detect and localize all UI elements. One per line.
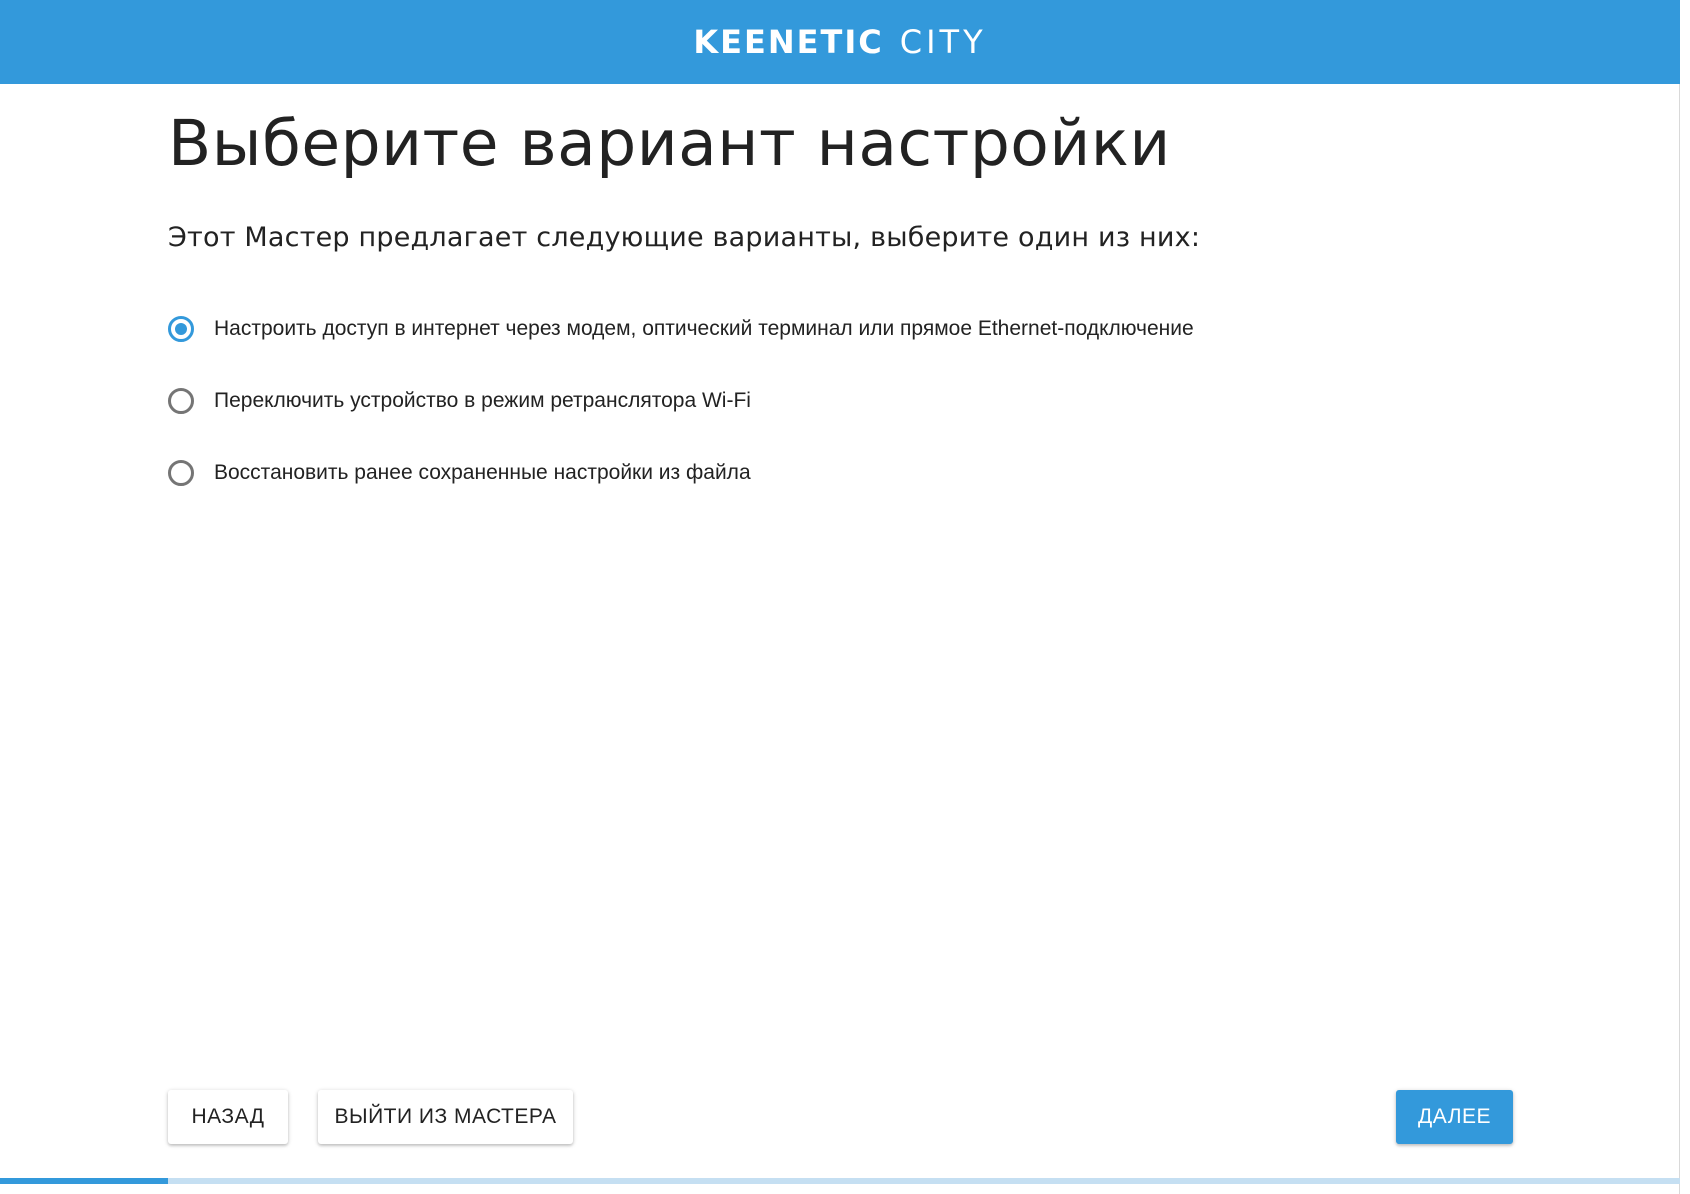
progress-fill — [0, 1178, 168, 1184]
brand-name: KEENETIC — [693, 23, 884, 61]
setup-options: Настроить доступ в интернет через модем,… — [168, 293, 1518, 509]
exit-wizard-button[interactable]: ВЫЙТИ ИЗ МАСТЕРА — [318, 1090, 573, 1144]
option-internet-setup[interactable]: Настроить доступ в интернет через модем,… — [168, 293, 1518, 365]
radio-button[interactable] — [168, 459, 194, 486]
option-label: Настроить доступ в интернет через модем,… — [214, 316, 1194, 340]
header-bar: KEENETIC CITY — [0, 0, 1680, 84]
wizard-window: KEENETIC CITY Выберите вариант настройки… — [0, 0, 1680, 1194]
back-button[interactable]: НАЗАД — [168, 1090, 288, 1144]
option-label: Переключить устройство в режим ретрансля… — [214, 388, 751, 412]
page-subtitle: Этот Мастер предлагает следующие вариант… — [168, 221, 1201, 253]
option-restore-settings[interactable]: Восстановить ранее сохраненные настройки… — [168, 437, 1518, 509]
next-button[interactable]: ДАЛЕЕ — [1396, 1090, 1513, 1144]
brand-logo: KEENETIC CITY — [693, 23, 986, 61]
option-label: Восстановить ранее сохраненные настройки… — [214, 460, 751, 484]
radio-button[interactable] — [168, 387, 194, 414]
radio-button[interactable] — [168, 315, 194, 342]
brand-model: CITY — [899, 23, 987, 61]
progress-bar — [0, 1178, 1680, 1184]
main-content: Выберите вариант настройки Этот Мастер п… — [168, 84, 1518, 509]
option-repeater-mode[interactable]: Переключить устройство в режим ретрансля… — [168, 365, 1518, 437]
page-title: Выберите вариант настройки — [168, 107, 1171, 180]
